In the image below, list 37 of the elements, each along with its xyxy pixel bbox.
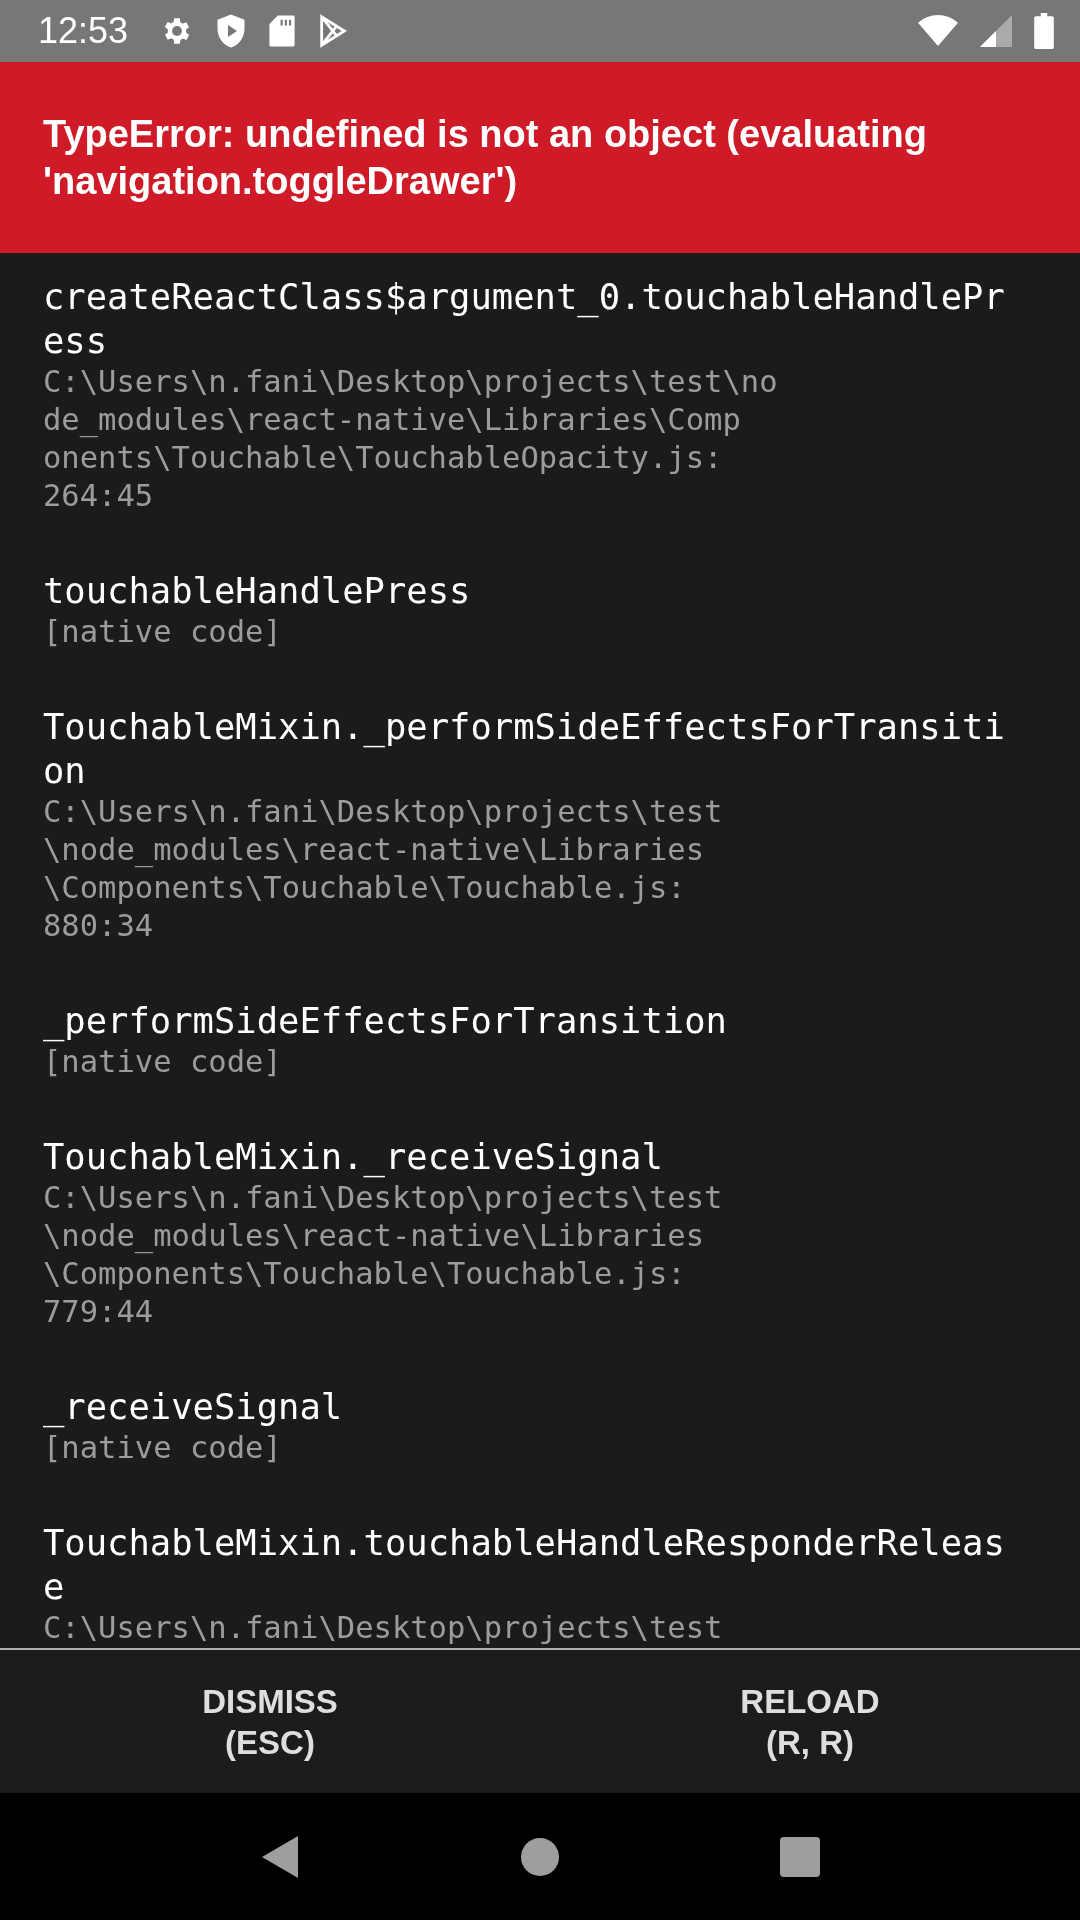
- file-location: \Components\Touchable\Touchable.js:: [43, 1255, 687, 1293]
- file-location: 880:34: [43, 907, 155, 945]
- shield-icon: [216, 13, 247, 49]
- file-location: [native code]: [43, 1043, 283, 1081]
- method-name: on: [43, 749, 87, 793]
- file-location: \node_modules\react-native\Libraries: [43, 1217, 706, 1255]
- signal-icon: [980, 15, 1012, 47]
- method-name: _performSideEffectsForTransition: [43, 999, 728, 1043]
- error-message: TypeError: undefined is not an object (evaluating 'navigation.toggleDrawer'): [43, 111, 928, 204]
- file-location: C:\Users\n.fani\Desktop\projects\test\no: [43, 363, 779, 401]
- recents-icon[interactable]: [779, 1836, 820, 1877]
- clock: 12:53: [38, 10, 129, 52]
- file-location: [native code]: [43, 1429, 283, 1467]
- file-location: de_modules\react-native\Libraries\Comp: [43, 401, 742, 439]
- file-location: C:\Users\n.fani\Desktop\projects\test: [43, 1609, 724, 1647]
- file-location: C:\Users\n.fani\Desktop\projects\test: [43, 1179, 724, 1217]
- play-store-icon: [318, 14, 349, 48]
- file-location: [native code]: [43, 613, 283, 651]
- file-location: \node_modules\react-native\Libraries: [43, 831, 706, 869]
- home-icon[interactable]: [521, 1837, 559, 1876]
- sd-card-icon: [268, 14, 297, 48]
- method-name: TouchableMixin.touchableHandleResponderReleas: [43, 1521, 1006, 1565]
- file-location: \Components\Touchable\Touchable.js:: [43, 869, 687, 907]
- method-name: touchableHandlePress: [43, 569, 472, 613]
- file-location: onents\Touchable\TouchableOpacity.js:: [43, 439, 724, 477]
- back-icon[interactable]: [260, 1833, 301, 1880]
- method-name: createReactClass$argument_0.touchableHandlePr: [43, 275, 1006, 319]
- method-name: TouchableMixin._receiveSignal: [43, 1135, 664, 1179]
- file-location: 779:44: [43, 1293, 155, 1331]
- wifi-icon: [918, 15, 958, 47]
- battery-icon: [1034, 13, 1054, 49]
- file-location: C:\Users\n.fani\Desktop\projects\test: [43, 793, 724, 831]
- method-name: TouchableMixin._performSideEffectsForTransiti: [43, 705, 1006, 749]
- method-name: ess: [43, 319, 109, 363]
- method-name: e: [43, 1565, 66, 1609]
- method-name: _receiveSignal: [43, 1385, 344, 1429]
- file-location: 264:45: [43, 477, 155, 515]
